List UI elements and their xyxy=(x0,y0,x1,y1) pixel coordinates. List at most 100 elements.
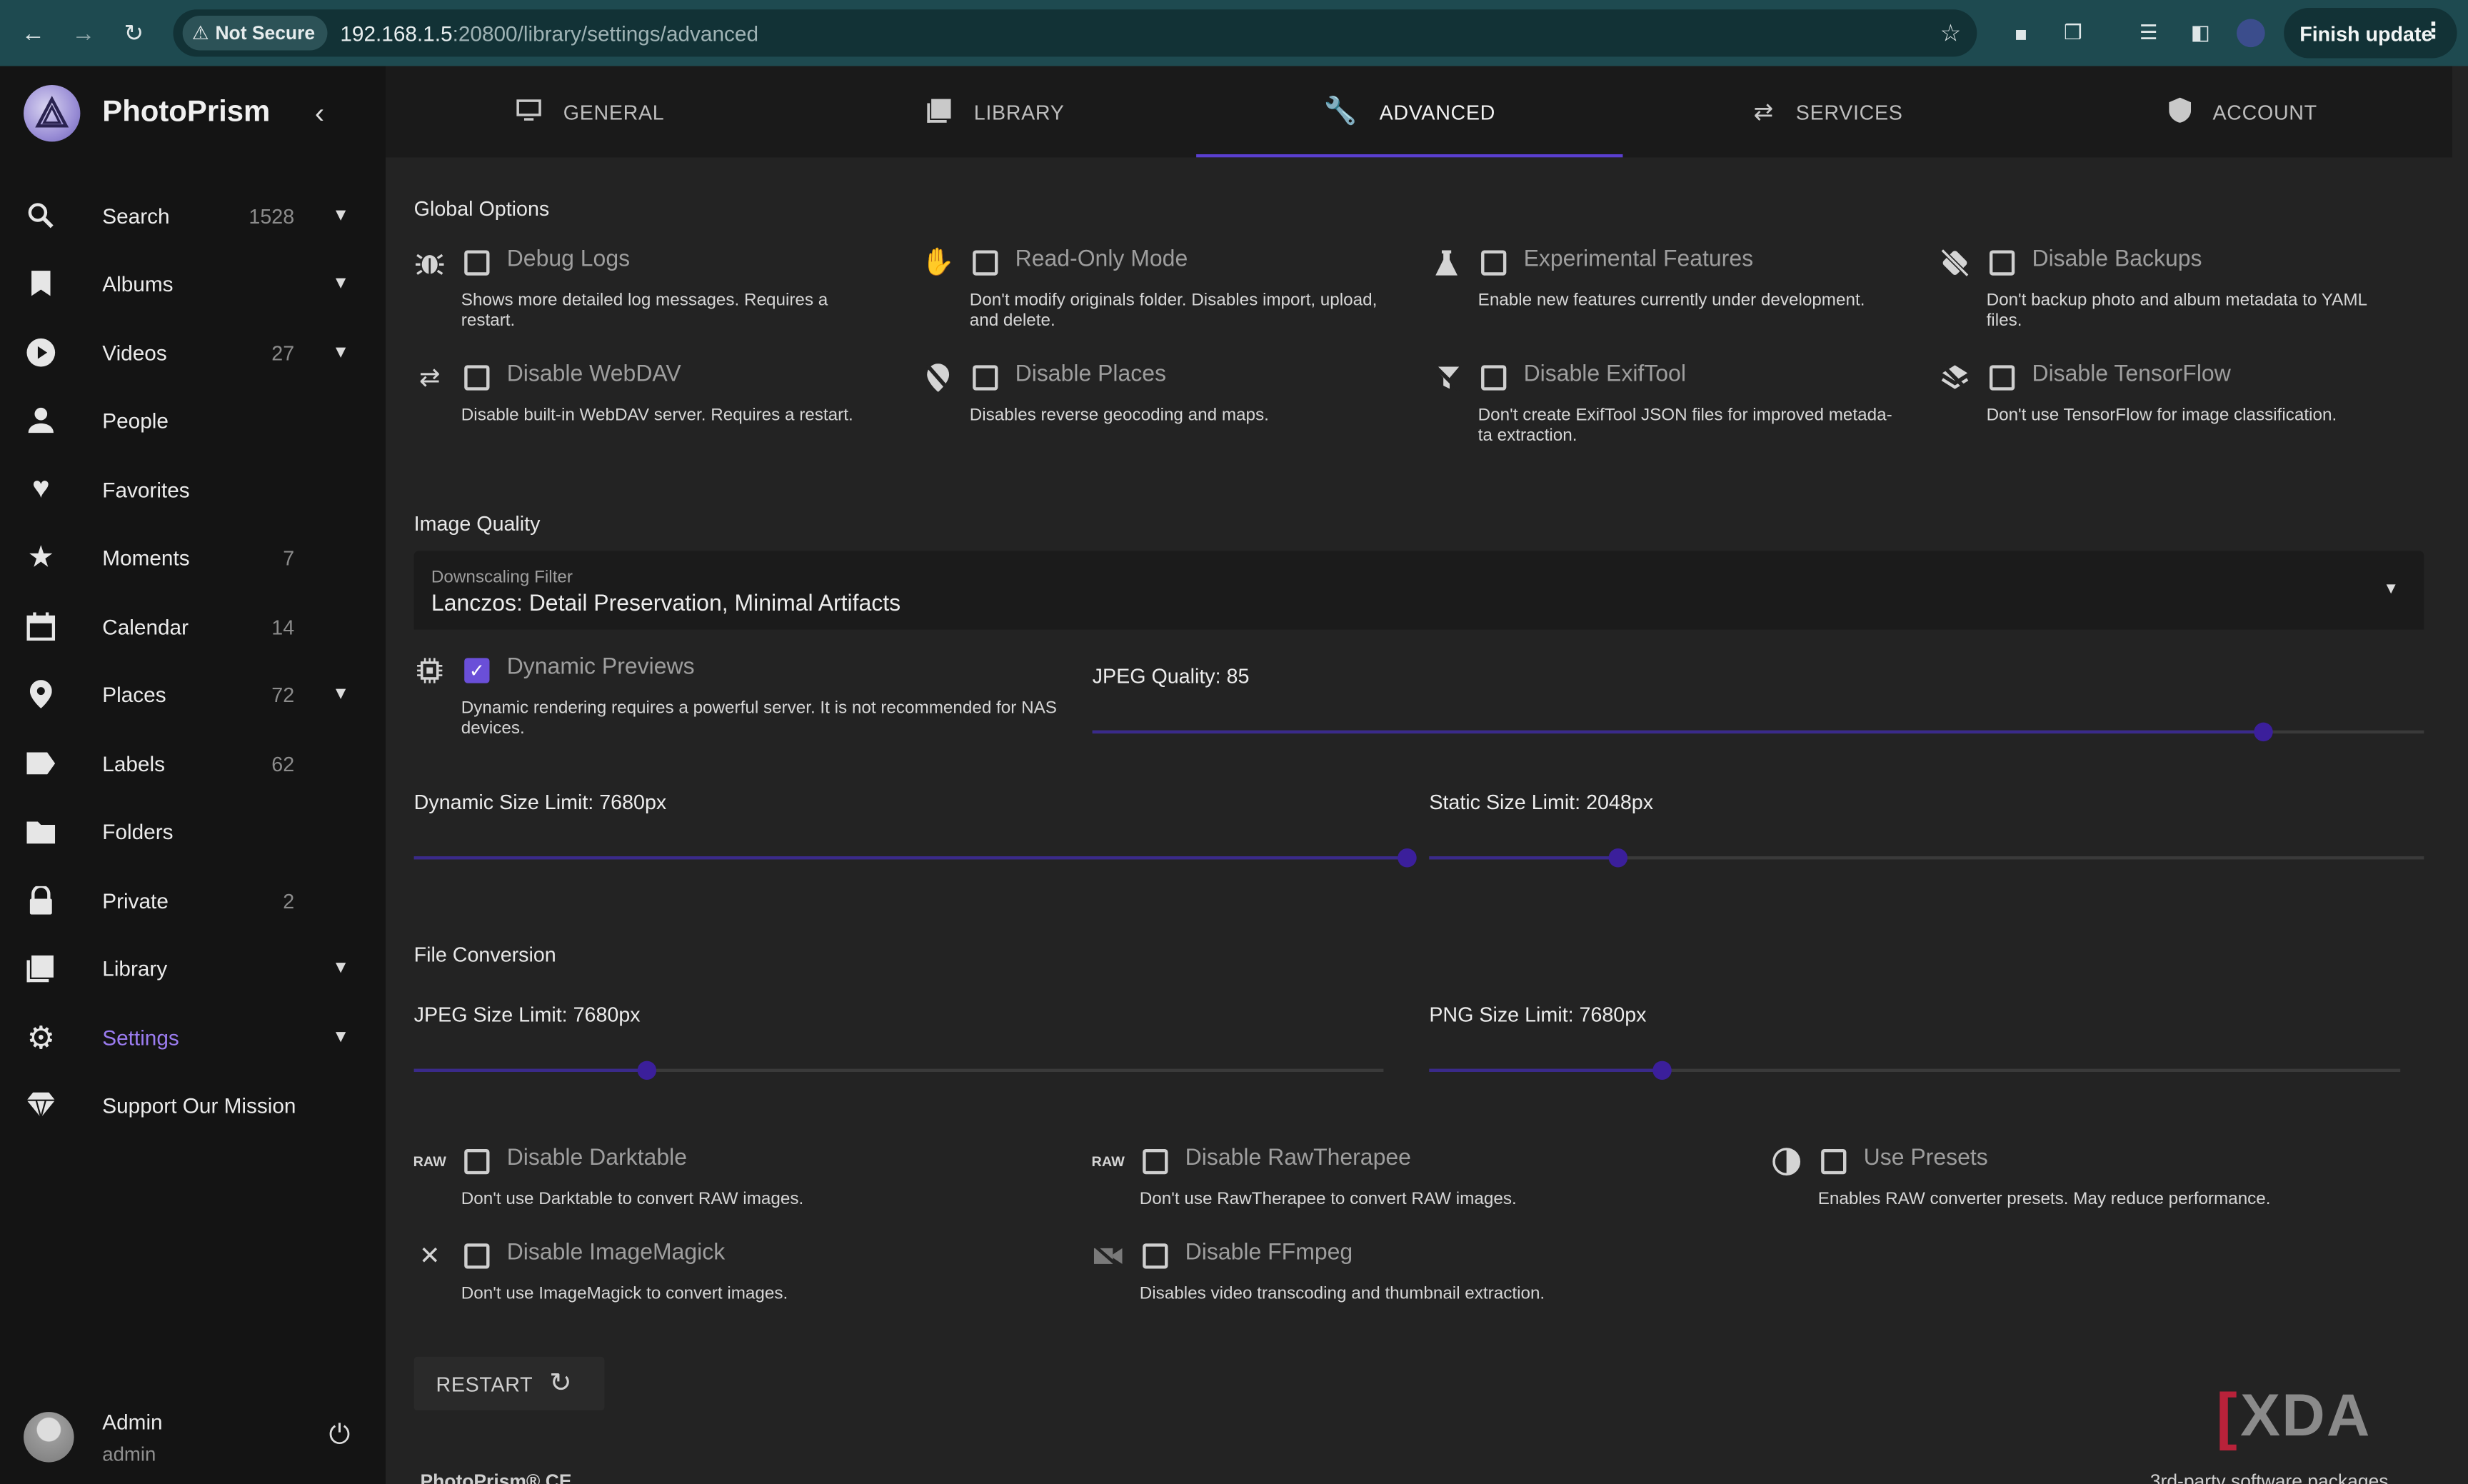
chevron-down-icon[interactable]: ▼ xyxy=(332,343,349,361)
option-disable-ffmpeg[interactable]: Disable FFmpeg Disables video transcodin… xyxy=(1093,1240,1754,1319)
sidebar-item-settings[interactable]: ⚙ Settings ▼ xyxy=(0,1006,386,1068)
brand[interactable]: PhotoPrism xyxy=(24,85,271,142)
slider-fill xyxy=(413,1068,647,1072)
disable-tensorflow-checkbox[interactable] xyxy=(1989,365,2015,391)
disable-backups-checkbox[interactable] xyxy=(1989,250,2015,276)
chevron-down-icon[interactable]: ▼ xyxy=(332,206,349,225)
slider-thumb[interactable] xyxy=(1652,1061,1672,1081)
sidebar-item-calendar[interactable]: Calendar 14 xyxy=(0,595,386,658)
option-experimental-features[interactable]: Experimental Features Enable new feature… xyxy=(1431,247,1919,341)
more-icon[interactable]: ⋮ xyxy=(2422,17,2444,44)
extension-icon[interactable]: ■ xyxy=(2005,17,2037,49)
jpeg-quality-slider[interactable] xyxy=(1092,722,2424,742)
option-label: Disable WebDAV xyxy=(506,361,681,388)
tab-label: GENERAL xyxy=(563,99,665,124)
slider-thumb[interactable] xyxy=(1608,848,1628,868)
sidebar-item-places[interactable]: Places 72 ▼ xyxy=(0,663,386,726)
tab-account[interactable]: ACCOUNT xyxy=(2034,66,2452,158)
app-name: PhotoPrism xyxy=(102,96,271,129)
sidebar-item-folders[interactable]: Folders xyxy=(0,800,386,863)
sidebar-item-favorites[interactable]: ♥ Favorites xyxy=(0,458,386,521)
footer-third-party-link[interactable]: 3rd-party software packages xyxy=(2150,1470,2389,1484)
option-disable-backups[interactable]: Disable Backups Don't backup photo and a… xyxy=(1939,247,2427,341)
sidepanel-icon[interactable]: ◧ xyxy=(2184,17,2216,49)
chevron-down-icon[interactable]: ▼ xyxy=(332,274,349,293)
reload-icon[interactable]: ↻ xyxy=(116,16,151,50)
finish-update-button[interactable]: Finish update ⋮ xyxy=(2284,8,2457,59)
option-disable-places[interactable]: Disable Places Disables reverse geocodin… xyxy=(923,362,1410,456)
chevron-down-icon[interactable]: ▼ xyxy=(332,685,349,703)
disable-imagemagick-checkbox[interactable] xyxy=(464,1243,490,1269)
back-icon[interactable]: ← xyxy=(16,16,50,50)
disable-webdav-checkbox[interactable] xyxy=(464,365,490,391)
slider-thumb[interactable] xyxy=(1398,848,1417,868)
disable-rawtherapee-checkbox[interactable] xyxy=(1143,1148,1168,1175)
scrollbar[interactable] xyxy=(2452,66,2468,1484)
disable-ffmpeg-checkbox[interactable] xyxy=(1143,1243,1168,1269)
option-disable-tensorflow[interactable]: Disable TensorFlow Don't use TensorFlow … xyxy=(1939,362,2427,456)
option-disable-darktable[interactable]: RAW Disable Darktable Don't use Darktabl… xyxy=(413,1146,1075,1225)
sidebar-item-labels[interactable]: Labels 62 xyxy=(0,732,386,795)
option-disable-imagemagick[interactable]: ✕ Disable ImageMagick Don't use ImageMag… xyxy=(414,1240,1075,1319)
folder-icon xyxy=(25,816,56,847)
tab-services[interactable]: ⇄ SERVICES xyxy=(1622,66,2033,158)
sidebar-item-people[interactable]: People xyxy=(0,388,386,451)
dynamic-previews-checkbox[interactable]: ✓ xyxy=(464,658,490,683)
sidebar-item-support[interactable]: Support Our Mission xyxy=(0,1073,386,1136)
sidebar-item-videos[interactable]: Videos 27 ▼ xyxy=(0,321,386,384)
slider-thumb[interactable] xyxy=(2254,722,2273,742)
sidebar-item-albums[interactable]: Albums ▼ xyxy=(0,252,386,315)
jpeg-size-slider[interactable] xyxy=(413,1061,1384,1081)
use-presets-checkbox[interactable] xyxy=(1821,1148,1847,1175)
option-dynamic-previews[interactable]: ✓ Dynamic Previews Dynamic rendering req… xyxy=(414,655,1075,749)
experimental-checkbox[interactable] xyxy=(1481,250,1507,276)
sidebar-item-library[interactable]: Library ▼ xyxy=(0,936,386,999)
sidebar-item-search[interactable]: Search 1528 ▼ xyxy=(0,184,386,247)
avatar[interactable] xyxy=(24,1412,74,1463)
option-disable-rawtherapee[interactable]: RAW Disable RawTherapee Don't use RawThe… xyxy=(1092,1146,1754,1225)
select-value: Lanczos: Detail Preservation, Minimal Ar… xyxy=(431,591,901,618)
sidebar-item-label: Support Our Mission xyxy=(102,1093,296,1117)
tab-library[interactable]: LIBRARY xyxy=(795,66,1196,158)
bookmark-star-icon[interactable]: ☆ xyxy=(1940,19,1962,47)
option-disable-exiftool[interactable]: Disable ExifTool Don't create ExifTool J… xyxy=(1431,362,1919,456)
slider-fill xyxy=(413,856,1408,860)
restart-button[interactable]: RESTART ↻ xyxy=(413,1356,605,1410)
calendar-icon xyxy=(25,611,56,642)
disable-exiftool-checkbox[interactable] xyxy=(1481,365,1507,391)
option-disable-webdav[interactable]: ⇄ Disable WebDAV Disable built-in WebDAV… xyxy=(414,362,902,456)
dynamic-size-slider[interactable] xyxy=(413,848,1417,868)
slider-thumb[interactable] xyxy=(637,1061,657,1081)
debug-logs-checkbox[interactable] xyxy=(464,250,490,276)
option-debug-logs[interactable]: Debug Logs Shows more detailed log messa… xyxy=(414,247,902,341)
option-use-presets[interactable]: Use Presets Enables RAW converter preset… xyxy=(1771,1146,2432,1225)
chevron-down-icon[interactable]: ▼ xyxy=(332,1028,349,1046)
layers-off-icon xyxy=(1939,362,1970,393)
logout-power-icon[interactable]: ⏻ xyxy=(329,1420,351,1451)
puzzle-icon[interactable]: ❒ xyxy=(2057,17,2089,49)
user-panel[interactable]: Admin admin ⏻ xyxy=(0,1401,386,1484)
static-size-slider[interactable] xyxy=(1429,848,2424,868)
media-icon[interactable]: ☰ xyxy=(2133,17,2164,49)
profile-icon[interactable] xyxy=(2235,17,2267,49)
dropdown-arrow-icon[interactable]: ▼ xyxy=(2383,581,2399,598)
disable-places-checkbox[interactable] xyxy=(973,365,998,391)
chevron-down-icon[interactable]: ▼ xyxy=(332,958,349,977)
tab-general[interactable]: GENERAL xyxy=(386,66,795,158)
sidebar-item-moments[interactable]: ★ Moments 7 xyxy=(0,526,386,588)
location-off-icon xyxy=(923,362,954,393)
restart-label: RESTART xyxy=(436,1371,533,1395)
option-read-only-mode[interactable]: ✋ Read-Only Mode Don't modify originals … xyxy=(921,247,1410,341)
disable-darktable-checkbox[interactable] xyxy=(464,1148,490,1175)
address-bar[interactable]: ⚠ Not Secure 192.168.1.5:20800/library/s… xyxy=(173,9,1977,57)
downscaling-filter-select[interactable]: Downscaling Filter Lanczos: Detail Prese… xyxy=(413,551,2424,630)
png-size-slider[interactable] xyxy=(1429,1061,2401,1081)
person-icon xyxy=(25,404,56,436)
read-only-checkbox[interactable] xyxy=(973,250,998,276)
forward-icon[interactable]: → xyxy=(66,16,101,50)
collapse-sidebar-icon[interactable]: ‹ xyxy=(315,98,324,131)
sidebar-item-label: Settings xyxy=(102,1025,179,1050)
sidebar-item-private[interactable]: Private 2 xyxy=(0,869,386,932)
security-chip[interactable]: ⚠ Not Secure xyxy=(182,16,328,51)
tab-advanced[interactable]: 🔧 ADVANCED xyxy=(1196,66,1622,158)
